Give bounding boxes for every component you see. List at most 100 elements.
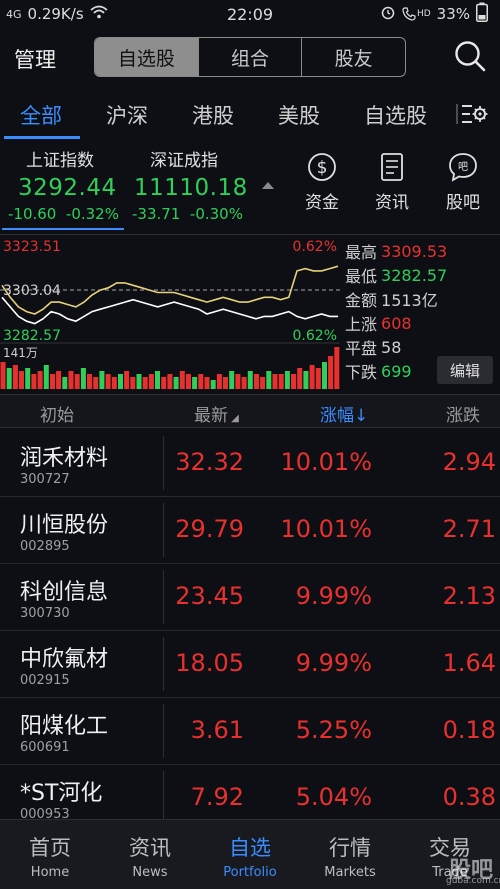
index-summary: 上证指数 3292.44 -10.60 -0.32% 深证成指 11110.18…: [0, 144, 500, 230]
tab-all[interactable]: 全部: [20, 100, 62, 130]
volume-bar: [111, 377, 117, 389]
index-change: -10.60 -0.32%: [8, 205, 119, 223]
volume-bar: [99, 371, 105, 389]
col-latest[interactable]: 最新 ◢: [194, 401, 239, 426]
segmented-control: 自选股 组合 股友: [94, 37, 406, 77]
volume-bar: [315, 368, 321, 389]
nav-home[interactable]: 首页 Home: [0, 820, 100, 889]
volume-bar: [322, 362, 327, 389]
sort-down-arrow-icon: ↓: [354, 406, 369, 426]
quick-link-forum[interactable]: 吧 股吧: [436, 152, 490, 213]
document-icon: [377, 152, 407, 182]
y-bottom-label: 3282.57: [3, 328, 61, 344]
segment-watchlist[interactable]: 自选股: [95, 38, 199, 76]
table-row[interactable]: 阳煤化工 600691 3.61 5.25% 0.18: [0, 698, 500, 765]
volume-bar: [278, 374, 284, 389]
volume-bar: [74, 374, 80, 389]
table-row[interactable]: 川恒股份 002895 29.79 10.01% 2.71: [0, 497, 500, 564]
nav-news[interactable]: 资讯 News: [100, 820, 200, 889]
index-price: 3292.44: [18, 175, 117, 201]
pct-top-label: 0.62%: [293, 239, 337, 255]
wifi-icon: [90, 5, 108, 23]
volume-bar: [31, 374, 37, 389]
volume-bar: [105, 374, 111, 389]
manage-button[interactable]: 管理: [14, 44, 56, 74]
chat-bubble-icon: 吧: [448, 152, 478, 182]
svg-text:$: $: [317, 158, 328, 178]
volume-bar: [204, 377, 210, 389]
nav-portfolio[interactable]: 自选 Portfolio: [200, 820, 300, 889]
battery-percent: 33%: [436, 5, 470, 23]
tab-settings-icon[interactable]: [456, 100, 490, 128]
volume-bar: [167, 374, 173, 389]
table-row[interactable]: 科创信息 300730 23.45 9.99% 2.13: [0, 564, 500, 631]
dollar-circle-icon: $: [307, 152, 337, 182]
quick-link-news[interactable]: 资讯: [365, 152, 419, 213]
index-active-indicator: [2, 228, 124, 230]
tab-us[interactable]: 美股: [278, 100, 320, 130]
volume-bar: [303, 371, 309, 389]
volume-bar: [6, 368, 12, 389]
table-row[interactable]: 润禾材料 300727 32.32 10.01% 2.94: [0, 430, 500, 497]
nav-markets[interactable]: 行情 Markets: [300, 820, 400, 889]
intraday-panel: 3323.51 3303.04 3282.57 0.62% 0.62% 141万…: [0, 234, 500, 390]
volume-bar: [297, 368, 303, 389]
stat-amount: 金额 1513亿: [345, 291, 438, 310]
y-top-label: 3323.51: [3, 239, 61, 255]
col-change[interactable]: 涨跌: [446, 401, 500, 426]
volume-bar: [43, 365, 49, 389]
stock-list: 润禾材料 300727 32.32 10.01% 2.94 川恒股份 00289…: [0, 430, 500, 832]
list-header: 初始 最新 ◢ 涨幅↓ 涨跌: [0, 394, 500, 428]
index-shanghai[interactable]: 上证指数 3292.44 -10.60 -0.32%: [8, 146, 119, 223]
volume-bar: [309, 365, 315, 389]
signal-icon: 4G: [6, 7, 22, 21]
bottom-nav: 首页 Home 资讯 News 自选 Portfolio 行情 Markets 交易 Tr…: [0, 819, 500, 889]
hd-call-icon: HD: [402, 7, 431, 21]
col-initial[interactable]: 初始: [40, 401, 74, 426]
volume-bar: [25, 368, 31, 389]
volume-bar: [334, 347, 340, 389]
tab-hk[interactable]: 港股: [192, 100, 234, 130]
quick-link-funds[interactable]: $ 资金: [295, 152, 349, 213]
status-bar: 4G 0.29K/s 22:09 HD 33%: [0, 0, 500, 28]
tab-sh-sz[interactable]: 沪深: [106, 100, 148, 130]
intraday-chart[interactable]: 3323.51 3303.04 3282.57 0.62% 0.62% 141万: [0, 235, 340, 391]
volume-bar: [216, 374, 222, 389]
volume-bar: [328, 356, 334, 389]
volume-bar: [130, 377, 136, 389]
app-header: 管理 自选股 组合 股友: [0, 30, 500, 86]
battery-icon: [476, 2, 488, 26]
volume-bar: [136, 374, 142, 389]
pct-bottom-label: 0.62%: [293, 328, 337, 344]
volume-bar: [235, 374, 241, 389]
stat-low: 最低 3282.57: [345, 265, 448, 287]
edit-button[interactable]: 编辑: [437, 356, 493, 384]
volume-bar: [173, 377, 179, 389]
search-icon[interactable]: [454, 40, 486, 72]
stat-up-count: 上涨 608: [345, 313, 412, 335]
segment-combination[interactable]: 组合: [199, 38, 303, 76]
volume-bar: [223, 377, 228, 389]
volume-bar: [56, 371, 62, 389]
volume-bar: [260, 377, 266, 389]
volume-bar: [124, 371, 130, 389]
index-name: 深证成指: [150, 151, 218, 171]
volume-bar: [179, 371, 185, 389]
volume-bar: [80, 368, 86, 389]
volume-bar: [0, 362, 6, 389]
tab-active-indicator: [4, 136, 80, 139]
volume-bar: [247, 371, 253, 389]
table-row[interactable]: 中欣氟材 002915 18.05 9.99% 1.64: [0, 631, 500, 698]
index-change: -33.71 -0.30%: [132, 205, 243, 223]
segment-friends[interactable]: 股友: [302, 38, 405, 76]
index-price: 11110.18: [134, 175, 248, 201]
tab-custom[interactable]: 自选股: [364, 100, 446, 130]
volume-bar: [272, 374, 278, 389]
volume-bar: [87, 374, 92, 389]
svg-text:吧: 吧: [458, 162, 468, 173]
y-mid-label: 3303.04: [3, 283, 61, 299]
index-shenzhen[interactable]: 深证成指 11110.18 -33.71 -0.30%: [132, 146, 248, 223]
col-change-pct[interactable]: 涨幅↓: [320, 401, 368, 426]
volume-bar: [148, 374, 154, 389]
collapse-up-icon[interactable]: [262, 182, 274, 189]
